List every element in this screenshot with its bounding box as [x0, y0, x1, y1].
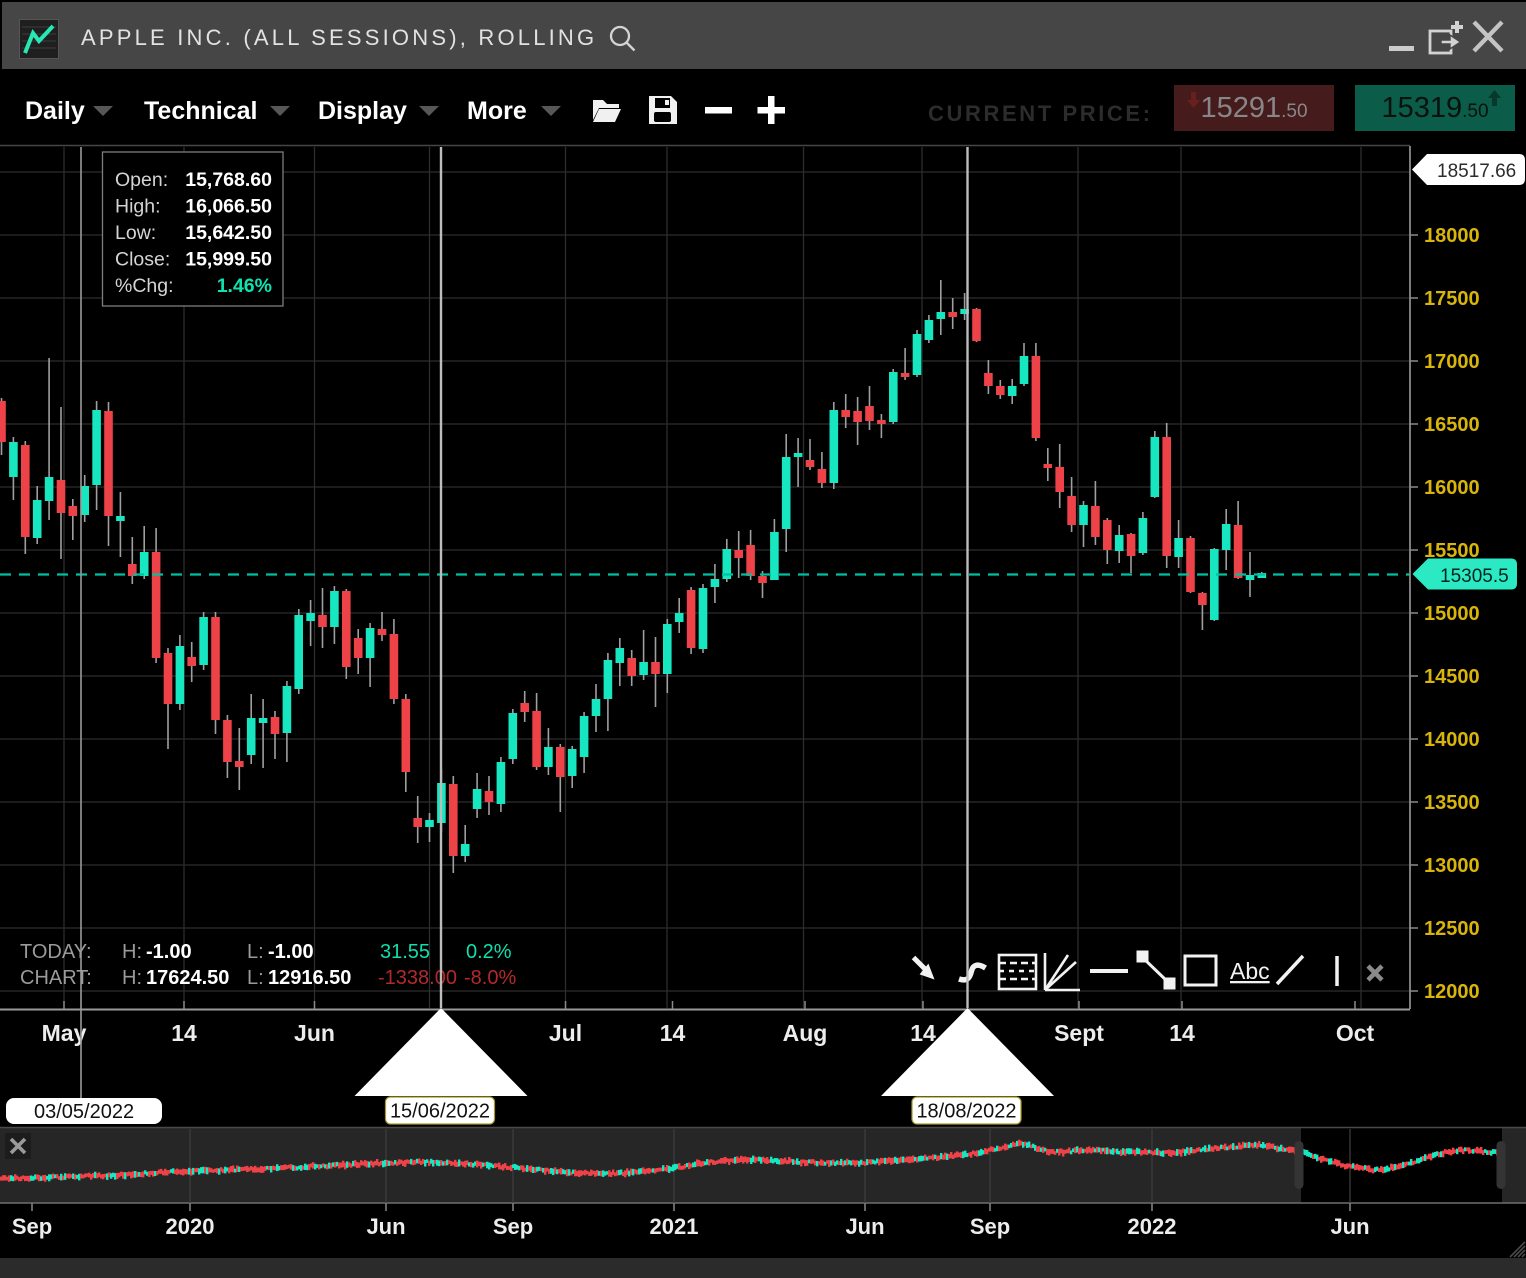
svg-text:18000: 18000 — [1424, 225, 1480, 247]
svg-text:Jun: Jun — [845, 1214, 884, 1239]
svg-text:H:: H: — [122, 941, 142, 963]
svg-text:High:: High: — [115, 196, 161, 218]
svg-text:15305.5: 15305.5 — [1440, 566, 1509, 587]
svg-text:Jul: Jul — [549, 1020, 582, 1046]
svg-text:0.2%: 0.2% — [466, 941, 512, 963]
svg-text:15,768.60: 15,768.60 — [185, 169, 272, 191]
svg-text:-1.00: -1.00 — [146, 941, 192, 963]
svg-text:16,066.50: 16,066.50 — [185, 196, 272, 218]
svg-text:Sep: Sep — [493, 1214, 533, 1239]
svg-text:15000: 15000 — [1424, 603, 1480, 625]
svg-text:14: 14 — [660, 1020, 686, 1046]
svg-text:%Chg:: %Chg: — [115, 275, 174, 297]
svg-text:12500: 12500 — [1424, 918, 1480, 940]
svg-text:-8.0%: -8.0% — [464, 967, 516, 989]
svg-text:Sep: Sep — [970, 1214, 1010, 1239]
svg-text:Sep: Sep — [12, 1214, 52, 1239]
svg-text:-1338.00: -1338.00 — [378, 967, 457, 989]
svg-text:14: 14 — [171, 1020, 197, 1046]
svg-text:18/08/2022: 18/08/2022 — [916, 1101, 1016, 1123]
svg-text:Jun: Jun — [294, 1020, 335, 1046]
svg-text:Low:: Low: — [115, 222, 156, 244]
svg-text:L:: L: — [247, 967, 264, 989]
svg-text:14: 14 — [1169, 1020, 1195, 1046]
svg-text:2021: 2021 — [650, 1214, 699, 1239]
svg-text:Jun: Jun — [366, 1214, 405, 1239]
svg-text:31.55: 31.55 — [380, 941, 430, 963]
svg-text:18517.66: 18517.66 — [1437, 161, 1516, 182]
svg-text:16000: 16000 — [1424, 477, 1480, 499]
svg-text:15/06/2022: 15/06/2022 — [390, 1101, 490, 1123]
svg-text:15,642.50: 15,642.50 — [185, 222, 272, 244]
svg-text:Jun: Jun — [1330, 1214, 1369, 1239]
svg-text:12000: 12000 — [1424, 981, 1480, 1003]
svg-text:May: May — [42, 1020, 87, 1046]
svg-text:13000: 13000 — [1424, 855, 1480, 877]
svg-text:2020: 2020 — [166, 1214, 215, 1239]
svg-text:Oct: Oct — [1336, 1020, 1375, 1046]
svg-text:Close:: Close: — [115, 249, 170, 271]
svg-text:H:: H: — [122, 967, 142, 989]
svg-text:17624.50: 17624.50 — [146, 967, 229, 989]
svg-text:14500: 14500 — [1424, 666, 1480, 688]
svg-text:13500: 13500 — [1424, 792, 1480, 814]
svg-text:03/05/2022: 03/05/2022 — [34, 1101, 134, 1123]
svg-text:1.46%: 1.46% — [217, 275, 272, 297]
svg-text:12916.50: 12916.50 — [268, 967, 351, 989]
svg-text:17000: 17000 — [1424, 351, 1480, 373]
svg-text:17500: 17500 — [1424, 288, 1480, 310]
svg-text:Aug: Aug — [783, 1020, 828, 1046]
svg-text:Sept: Sept — [1054, 1020, 1104, 1046]
svg-text:15,999.50: 15,999.50 — [185, 249, 272, 271]
svg-text:-1.00: -1.00 — [268, 941, 314, 963]
svg-text:Open:: Open: — [115, 169, 168, 191]
svg-text:14: 14 — [910, 1020, 936, 1046]
svg-text:2022: 2022 — [1128, 1214, 1177, 1239]
svg-text:L:: L: — [247, 941, 264, 963]
svg-text:14000: 14000 — [1424, 729, 1480, 751]
svg-text:16500: 16500 — [1424, 414, 1480, 436]
svg-text:Abc: Abc — [1230, 958, 1270, 984]
